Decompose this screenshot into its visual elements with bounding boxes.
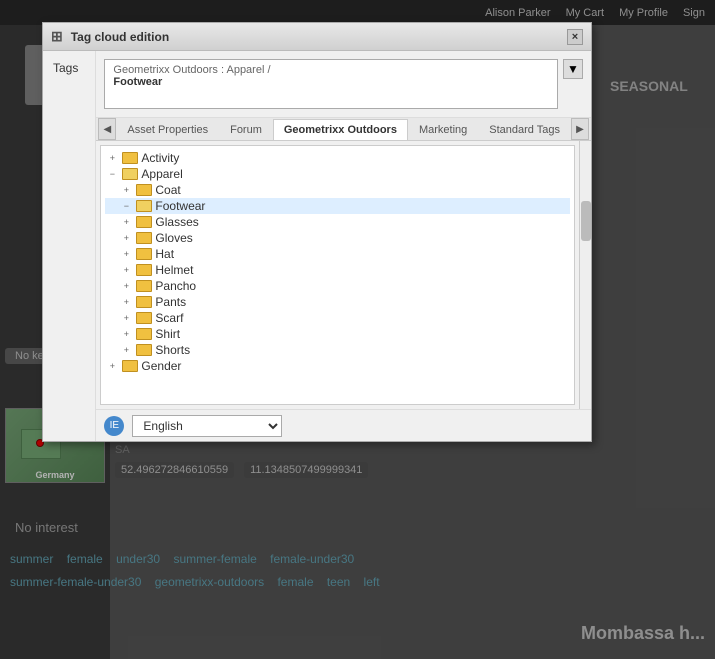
close-button[interactable]: × — [567, 29, 583, 45]
folder-icon-gender — [122, 360, 138, 372]
tree-item-pants[interactable]: Pants — [105, 294, 570, 310]
tree-item-hat[interactable]: Hat — [105, 246, 570, 262]
tab-marketing[interactable]: Marketing — [408, 119, 478, 140]
label-pancho: Pancho — [155, 279, 196, 293]
selected-tag-area: Geometrixx Outdoors : Apparel / Footwear… — [96, 51, 591, 118]
tab-asset-properties[interactable]: Asset Properties — [116, 119, 219, 140]
label-coat: Coat — [155, 183, 180, 197]
folder-icon-shorts — [136, 344, 152, 356]
tree-item-shorts[interactable]: Shorts — [105, 342, 570, 358]
folder-icon-scarf — [136, 312, 152, 324]
label-apparel: Apparel — [141, 167, 182, 181]
tree-item-coat[interactable]: Coat — [105, 182, 570, 198]
tab-standard-tags[interactable]: Standard Tags — [478, 119, 571, 140]
toggle-activity[interactable] — [105, 151, 119, 165]
folder-icon-pancho — [136, 280, 152, 292]
tree-item-pancho[interactable]: Pancho — [105, 278, 570, 294]
toggle-helmet[interactable] — [119, 263, 133, 277]
folder-icon-activity — [122, 152, 138, 164]
dialog-right-panel: Geometrixx Outdoors : Apparel / Footwear… — [96, 51, 591, 441]
dropdown-arrow[interactable]: ▼ — [563, 59, 583, 79]
tab-prev-button[interactable]: ◀ — [98, 118, 116, 140]
tree-item-activity[interactable]: Activity — [105, 150, 570, 166]
toggle-shirt[interactable] — [119, 327, 133, 341]
folder-icon-shirt — [136, 328, 152, 340]
dialog-title: Tag cloud edition — [71, 30, 169, 44]
toggle-hat[interactable] — [119, 247, 133, 261]
tab-bar: ◀ Asset Properties Forum Geometrixx Outd… — [96, 118, 591, 141]
toggle-scarf[interactable] — [119, 311, 133, 325]
folder-icon-apparel — [122, 168, 138, 180]
label-scarf: Scarf — [155, 311, 183, 325]
tree-item-gloves[interactable]: Gloves — [105, 230, 570, 246]
label-activity: Activity — [141, 151, 179, 165]
folder-icon-footwear — [136, 200, 152, 212]
label-glasses: Glasses — [155, 215, 198, 229]
dialog-titlebar: ⊞ Tag cloud edition × — [43, 23, 591, 51]
tag-path: Geometrixx Outdoors : Apparel / — [113, 64, 549, 76]
language-select[interactable]: English — [132, 415, 282, 437]
tree-item-footwear[interactable]: Footwear — [105, 198, 570, 214]
label-gloves: Gloves — [155, 231, 192, 245]
toggle-gender[interactable] — [105, 359, 119, 373]
toggle-coat[interactable] — [119, 183, 133, 197]
folder-icon-pants — [136, 296, 152, 308]
folder-icon-gloves — [136, 232, 152, 244]
folder-icon-coat — [136, 184, 152, 196]
label-pants: Pants — [155, 295, 186, 309]
toggle-pants[interactable] — [119, 295, 133, 309]
tags-label-panel: Tags — [43, 51, 96, 441]
tree-item-gender[interactable]: Gender — [105, 358, 570, 374]
dialog-bottom-bar: IE English — [96, 409, 591, 441]
tag-name: Footwear — [113, 76, 549, 88]
toggle-glasses[interactable] — [119, 215, 133, 229]
folder-icon-helmet — [136, 264, 152, 276]
toggle-footwear[interactable] — [119, 199, 133, 213]
browser-icon: IE — [104, 416, 124, 436]
label-footwear: Footwear — [155, 199, 205, 213]
tree-item-glasses[interactable]: Glasses — [105, 214, 570, 230]
tab-geometrixx-outdoors[interactable]: Geometrixx Outdoors — [273, 119, 408, 140]
folder-icon-hat — [136, 248, 152, 260]
label-helmet: Helmet — [155, 263, 193, 277]
tree-item-helmet[interactable]: Helmet — [105, 262, 570, 278]
toggle-apparel[interactable] — [105, 167, 119, 181]
tree-item-apparel[interactable]: Apparel — [105, 166, 570, 182]
tree-container: Activity Apparel Coat — [96, 141, 591, 409]
label-shorts: Shorts — [155, 343, 190, 357]
tags-label: Tags — [53, 61, 78, 75]
tree-item-scarf[interactable]: Scarf — [105, 310, 570, 326]
toggle-shorts[interactable] — [119, 343, 133, 357]
tab-next-button[interactable]: ▶ — [571, 118, 589, 140]
label-hat: Hat — [155, 247, 174, 261]
selected-tag-box: Geometrixx Outdoors : Apparel / Footwear — [104, 59, 558, 109]
folder-icon-glasses — [136, 216, 152, 228]
label-gender: Gender — [141, 359, 181, 373]
tree-scrollbar[interactable] — [579, 141, 591, 409]
toggle-pancho[interactable] — [119, 279, 133, 293]
dialog-body: Tags Geometrixx Outdoors : Apparel / Foo… — [43, 51, 591, 441]
label-shirt: Shirt — [155, 327, 180, 341]
tab-forum[interactable]: Forum — [219, 119, 273, 140]
tag-cloud-dialog: ⊞ Tag cloud edition × Tags Geometrixx Ou… — [42, 22, 592, 442]
toggle-gloves[interactable] — [119, 231, 133, 245]
tree-area[interactable]: Activity Apparel Coat — [100, 145, 575, 405]
tree-item-shirt[interactable]: Shirt — [105, 326, 570, 342]
